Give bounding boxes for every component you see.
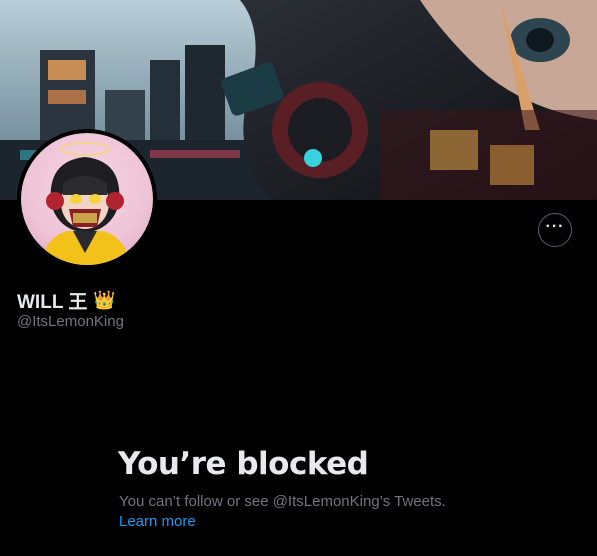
display-name-text: WILL 王 [17,292,88,313]
blocked-title: You’re blocked [118,446,369,482]
profile-display-name: WILL 王 👑 [17,287,116,314]
profile-avatar[interactable] [17,129,157,269]
learn-more-link[interactable]: Learn more [119,513,196,530]
more-options-icon: ··· [545,218,565,235]
blocked-description: You can’t follow or see @ItsLemonKing’s … [119,493,446,510]
profile-handle: @ItsLemonKing [17,313,124,330]
avatar-image [21,133,153,265]
avatar-artwork [41,142,131,265]
more-options-button[interactable]: ··· [538,213,572,247]
crown-emoji-icon: 👑 [93,290,116,310]
